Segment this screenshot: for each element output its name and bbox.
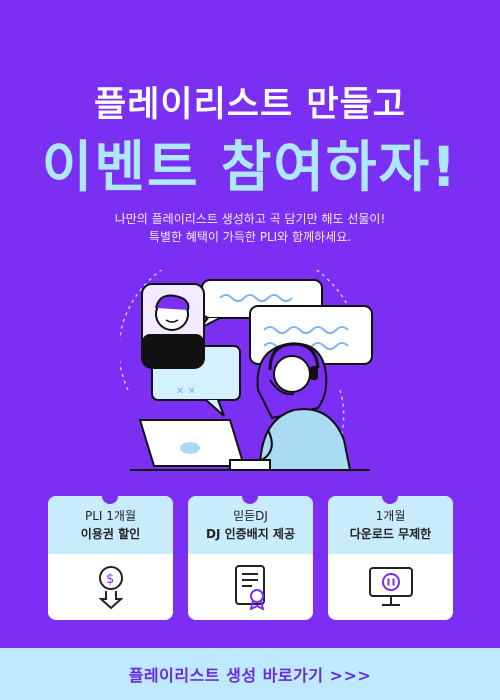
benefit-card-header: 1개월 다운로드 무제한 bbox=[328, 496, 453, 554]
benefit-card-1[interactable]: PLI 1개월 이용권 할인 $ bbox=[48, 496, 173, 620]
benefit-line-1: 믿듣DJ bbox=[233, 509, 268, 523]
benefit-card-3[interactable]: 1개월 다운로드 무제한 bbox=[328, 496, 453, 620]
benefit-card-header: PLI 1개월 이용권 할인 bbox=[48, 496, 173, 554]
svg-text:✕ ✕: ✕ ✕ bbox=[176, 386, 196, 397]
chat-illustration: ✕ ✕ bbox=[120, 270, 373, 471]
svg-text:$: $ bbox=[106, 572, 114, 587]
title-line-2: 이벤트 참여하자! bbox=[41, 135, 459, 199]
dollar-download-icon: $ bbox=[97, 566, 124, 609]
description: 나만의 플레이리스트 생성하고 곡 담기만 해도 선물이! 특별한 혜택이 가득… bbox=[0, 210, 500, 246]
monitor-pause-icon bbox=[368, 567, 413, 606]
benefit-card-header: 믿듣DJ DJ 인증배지 제공 bbox=[188, 496, 313, 554]
benefit-line-2: 이용권 할인 bbox=[80, 527, 141, 541]
create-playlist-button[interactable]: 플레이리스트 생성 바로가기 >>> bbox=[0, 648, 500, 700]
benefit-card-2[interactable]: 믿듣DJ DJ 인증배지 제공 bbox=[188, 496, 313, 620]
certificate-badge-icon bbox=[234, 565, 265, 610]
benefit-line-2: 다운로드 무제한 bbox=[349, 527, 432, 541]
description-line-2: 특별한 혜택이 가득한 PLI와 함께하세요. bbox=[148, 230, 352, 244]
benefit-line-2: DJ 인증배지 제공 bbox=[205, 527, 296, 541]
benefit-line-1: 1개월 bbox=[375, 509, 406, 523]
description-line-1: 나만의 플레이리스트 생성하고 곡 담기만 해도 선물이! bbox=[114, 212, 386, 226]
benefit-line-1: PLI 1개월 bbox=[85, 509, 136, 523]
title-line-1: 플레이리스트 만들고 bbox=[94, 85, 406, 125]
